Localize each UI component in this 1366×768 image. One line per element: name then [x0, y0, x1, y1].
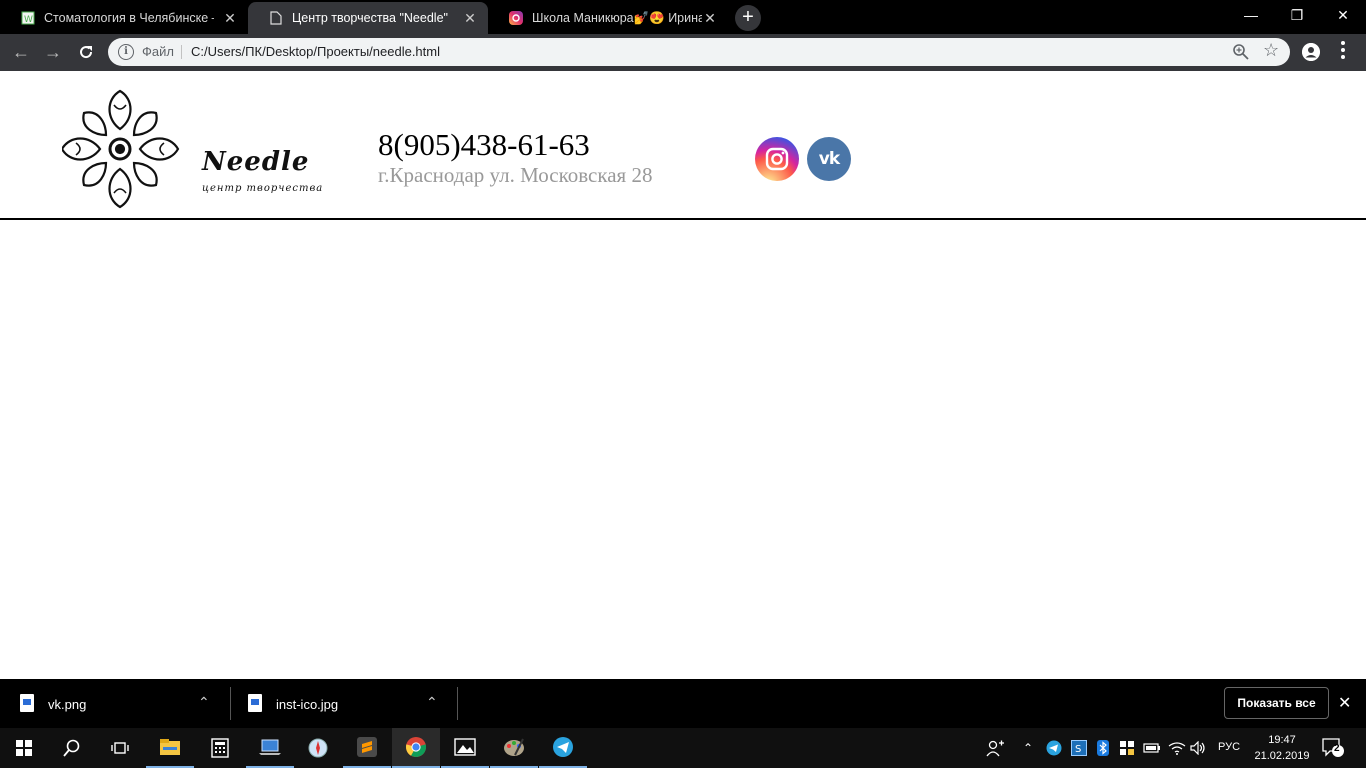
system-clock[interactable]: 19:47 21.02.2019	[1252, 732, 1312, 764]
tab-dentistry[interactable]: W Стоматология в Челябинске — ✕	[0, 2, 248, 34]
paint-icon[interactable]	[490, 728, 538, 768]
wifi-icon[interactable]	[1168, 728, 1186, 768]
street-address: г.Краснодар ул. Московская 28	[378, 163, 653, 187]
task-view-icon[interactable]	[96, 728, 144, 768]
tab-manicure[interactable]: Школа Маникюра💅😍 Ирина ✕	[488, 2, 728, 34]
instagram-icon	[508, 10, 524, 26]
url-text[interactable]: C:/Users/ПК/Desktop/Проекты/needle.html	[191, 44, 440, 59]
close-icon[interactable]: ✕	[222, 10, 238, 26]
divider	[181, 45, 182, 59]
safari-compass-icon[interactable]	[294, 728, 342, 768]
bookmark-star-icon[interactable]: ☆	[1263, 40, 1279, 61]
chrome-icon[interactable]	[392, 728, 440, 768]
tab-needle[interactable]: Центр творчества "Needle" ✕	[248, 2, 488, 34]
sublime-text-icon[interactable]	[343, 728, 391, 768]
clock-time: 19:47	[1268, 734, 1296, 746]
chevron-up-icon[interactable]: ⌃	[426, 694, 438, 711]
address-bar[interactable]: i Файл C:/Users/ПК/Desktop/Проекты/needl…	[108, 38, 1290, 66]
photos-icon[interactable]	[441, 728, 489, 768]
search-icon[interactable]	[48, 728, 96, 768]
close-icon[interactable]: ✕	[1338, 693, 1351, 713]
back-arrow-icon[interactable]: ←	[8, 40, 34, 66]
windows-start-icon[interactable]	[0, 728, 48, 768]
chevron-up-icon[interactable]: ⌃	[198, 694, 210, 711]
download-item[interactable]: vk.png ⌃	[0, 679, 230, 728]
battery-icon[interactable]	[1143, 728, 1161, 768]
brand-subtitle: центр творчества	[202, 183, 324, 194]
vk-icon[interactable]: vk	[807, 137, 851, 181]
notification-center-icon[interactable]: 2	[1322, 738, 1344, 758]
divider	[457, 687, 458, 720]
image-file-icon	[20, 694, 34, 712]
phone-number: 8(905)438-61-63	[378, 127, 590, 162]
clock-date: 21.02.2019	[1254, 750, 1310, 762]
chevron-up-icon[interactable]: ⌃	[1023, 728, 1033, 768]
zoom-icon[interactable]	[1232, 43, 1250, 61]
svg-text:W: W	[24, 15, 33, 25]
tab-title: Стоматология в Челябинске —	[44, 11, 214, 25]
window-close-button[interactable]: ✕	[1320, 0, 1366, 32]
notification-count: 2	[1334, 743, 1340, 754]
tab-strip: W Стоматология в Челябинске — ✕ Центр тв…	[0, 0, 1366, 34]
restore-button[interactable]: ❐	[1274, 0, 1320, 32]
laptop-app-icon[interactable]	[246, 728, 294, 768]
image-file-icon	[248, 694, 262, 712]
volume-icon[interactable]	[1190, 728, 1208, 768]
download-item[interactable]: inst-ico.jpg ⌃	[228, 679, 458, 728]
show-all-downloads-button[interactable]: Показать все	[1224, 687, 1329, 719]
close-icon[interactable]: ✕	[702, 10, 718, 26]
browser-toolbar: ← → i Файл C:/Users/ПК/Desktop/Проекты/n…	[0, 34, 1366, 71]
windows-taskbar: ⌃ S РУС 19:47 21.02.2019 2	[0, 728, 1366, 768]
bluetooth-icon[interactable]	[1097, 728, 1109, 768]
page-icon	[268, 10, 284, 26]
app-tray-icon[interactable]: S	[1071, 728, 1087, 768]
brand-name: Needle	[202, 147, 310, 177]
input-language[interactable]: РУС	[1218, 741, 1240, 753]
tab-title: Школа Маникюра💅😍 Ирина	[532, 10, 702, 25]
instagram-icon[interactable]	[755, 137, 799, 181]
menu-dots-icon[interactable]	[1340, 41, 1346, 61]
download-filename: vk.png	[48, 697, 87, 712]
security-icon[interactable]	[1119, 728, 1135, 768]
file-explorer-icon[interactable]	[146, 728, 194, 768]
people-icon[interactable]	[985, 728, 1005, 768]
info-icon[interactable]: i	[118, 44, 134, 60]
close-icon[interactable]: ✕	[462, 10, 478, 26]
svg-text:S: S	[1075, 744, 1081, 755]
profile-icon[interactable]	[1302, 43, 1320, 61]
telegram-tray-icon[interactable]	[1046, 728, 1062, 768]
forward-arrow-icon[interactable]: →	[40, 40, 66, 66]
page-viewport: Needle центр творчества 8(905)438-61-63 …	[0, 71, 1366, 679]
download-shelf: vk.png ⌃ inst-ico.jpg ⌃ Показать все ✕	[0, 679, 1366, 728]
download-filename: inst-ico.jpg	[276, 697, 339, 712]
telegram-icon[interactable]	[539, 728, 587, 768]
new-tab-button[interactable]: +	[735, 5, 761, 31]
tab-title: Центр творчества "Needle"	[292, 11, 448, 25]
reload-icon[interactable]	[73, 40, 99, 66]
minimize-button[interactable]: —	[1228, 0, 1274, 32]
calculator-icon[interactable]	[196, 728, 244, 768]
scheme-label: Файл	[142, 44, 174, 59]
site-header: Needle центр творчества 8(905)438-61-63 …	[0, 71, 1366, 220]
green-doc-icon: W	[20, 10, 36, 26]
